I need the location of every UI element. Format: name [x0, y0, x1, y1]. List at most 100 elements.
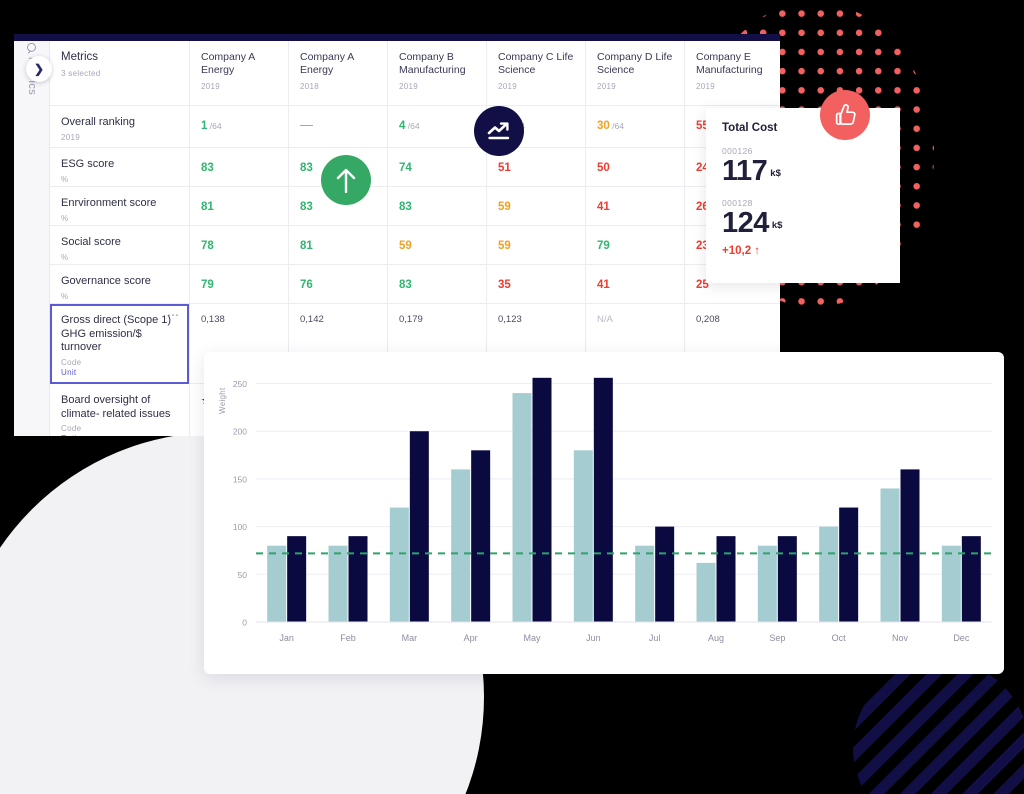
metric-value-cell: 1 /64	[190, 106, 288, 148]
chart-x-tick-label: Sep	[769, 633, 785, 643]
metric-value: 83	[201, 162, 214, 174]
chart-x-tick-label: May	[523, 633, 541, 643]
metric-value-cell: 78	[190, 226, 288, 265]
metrics-sidebar-rail[interactable]: Metrics	[14, 41, 50, 436]
chart-bar[interactable]	[961, 536, 981, 622]
metric-value: 79	[201, 279, 214, 291]
metric-value: 59	[498, 201, 511, 213]
metric-value-cell: 81	[289, 226, 387, 265]
metric-title: Enrvironment score	[61, 197, 157, 209]
company-column-header[interactable]: Company C Life Science 2019	[487, 41, 585, 106]
metric-subtitle: %	[61, 174, 69, 184]
total-cost-card: Total Cost 000126 117 k$ 000128 124 k$ +10…	[706, 108, 900, 283]
metric-title: ESG score	[61, 158, 115, 170]
chart-bar[interactable]	[880, 488, 900, 622]
chart-bar[interactable]	[635, 545, 655, 622]
company-column-header[interactable]: Company D Life Science 2019	[586, 41, 684, 106]
metric-value-cell: 59	[487, 187, 585, 226]
decorative-striped-circle	[853, 660, 1024, 794]
company-year: 2019	[696, 82, 715, 91]
metric-row-label[interactable]: Overall ranking 2019	[50, 106, 189, 148]
metric-denominator: /64	[609, 121, 624, 131]
metric-value-cell: 74	[388, 148, 486, 187]
metrics-header-subtitle: 3 selected	[61, 69, 101, 78]
company-year: 2019	[498, 82, 517, 91]
chart-bar[interactable]	[573, 450, 593, 622]
metric-value: 83	[399, 279, 412, 291]
chart-bar[interactable]	[716, 536, 736, 622]
chart-x-tick-label: Nov	[892, 633, 909, 643]
chart-bar[interactable]	[839, 507, 859, 622]
chart-bar[interactable]	[409, 431, 429, 622]
chart-bar[interactable]	[696, 562, 716, 622]
metric-row-label[interactable]: ESG score%	[50, 148, 189, 187]
metric-value: 41	[597, 279, 610, 291]
chart-bar[interactable]	[512, 393, 532, 622]
chart-bar[interactable]	[267, 545, 287, 622]
metric-value: 50	[597, 162, 610, 174]
chart-bar[interactable]	[900, 469, 920, 622]
chart-bar[interactable]	[532, 377, 552, 622]
cost-entry-value: 124	[722, 207, 769, 239]
metric-unit-link[interactable]: Unit	[61, 368, 178, 377]
metric-value-cell: 83	[190, 148, 288, 187]
company-column-header[interactable]: Company A Energy 2018	[289, 41, 387, 106]
chart-bar[interactable]	[348, 536, 368, 622]
metric-row-label[interactable]: Board oversight of climate- related issu…	[50, 384, 189, 436]
chart-bar[interactable]	[655, 526, 675, 622]
expand-sidebar-button[interactable]: ❯	[26, 56, 52, 82]
company-name: Company A Energy	[201, 51, 256, 76]
chart-y-tick-label: 0	[242, 618, 247, 628]
chart-bar[interactable]	[451, 469, 471, 622]
metric-value: 74	[399, 162, 412, 174]
metric-value-cell: 4 /64	[388, 106, 486, 148]
metric-value-cell: 35	[487, 265, 585, 304]
chart-bar[interactable]	[941, 545, 961, 622]
metric-value-cell: 79	[190, 265, 288, 304]
cost-entry-value-row: 124 k$	[722, 208, 884, 238]
metric-title: Board oversight of climate- related issu…	[61, 394, 171, 420]
company-year: 2019	[597, 82, 616, 91]
chart-bar[interactable]	[389, 507, 409, 622]
chart-x-tick-label: Dec	[953, 633, 970, 643]
metric-value: 51	[498, 162, 511, 174]
metric-denominator: /64	[405, 121, 420, 131]
cost-entry: 000126 117 k$	[722, 146, 884, 186]
metric-row-label[interactable]: Governance score%	[50, 265, 189, 304]
chart-y-tick-label: 50	[238, 570, 248, 580]
metric-value: 0,123	[498, 314, 522, 325]
metric-value: N/A	[597, 314, 613, 325]
metric-value-cell: 81	[190, 187, 288, 226]
metric-value-cell: 76	[289, 265, 387, 304]
chart-y-axis-label: Weight	[218, 387, 227, 414]
metric-row-label[interactable]: Social score%	[50, 226, 189, 265]
chart-bar[interactable]	[819, 526, 839, 622]
chart-bar[interactable]	[593, 377, 613, 622]
chart-y-tick-label: 250	[233, 379, 247, 389]
search-icon[interactable]	[27, 42, 36, 52]
metric-subtitle: %	[61, 291, 69, 301]
chart-bar[interactable]	[757, 545, 777, 622]
company-column-header[interactable]: Company A Energy 2019	[190, 41, 288, 106]
chart-bar[interactable]	[471, 450, 491, 622]
badge-trending-chart	[474, 106, 524, 156]
metric-unit-link[interactable]: Rating	[61, 434, 178, 436]
chart-y-tick-label: 200	[233, 427, 247, 437]
company-column-header[interactable]: Company B Manufacturing 2019	[388, 41, 486, 106]
cost-entry-value: 117	[722, 155, 768, 187]
metric-value: 83	[300, 162, 313, 174]
chart-bar[interactable]	[328, 545, 348, 622]
company-column-header[interactable]: Company E Manufacturing 2019	[685, 41, 780, 106]
metric-row-label[interactable]: Enrvironment score%	[50, 187, 189, 226]
company-name: Company D Life Science	[597, 51, 673, 76]
bar-chart-svg: 0 50 100 150 200 250 Jan Feb Mar Apr May Jun Jul Aug S…	[233, 377, 992, 643]
more-options-icon[interactable]: ⋯	[167, 309, 180, 321]
chart-bar[interactable]	[287, 536, 307, 622]
cost-entry: 000128 124 k$	[722, 198, 884, 238]
metric-subtitle: %	[61, 252, 69, 262]
metric-value: 83	[399, 201, 412, 213]
metric-subtitle: Code	[61, 357, 82, 367]
chart-x-tick-label: Jul	[649, 633, 661, 643]
metric-row-label[interactable]: Gross direct (Scope 1) GHG emission/$ tu…	[50, 304, 189, 384]
chart-bar[interactable]	[777, 536, 797, 622]
